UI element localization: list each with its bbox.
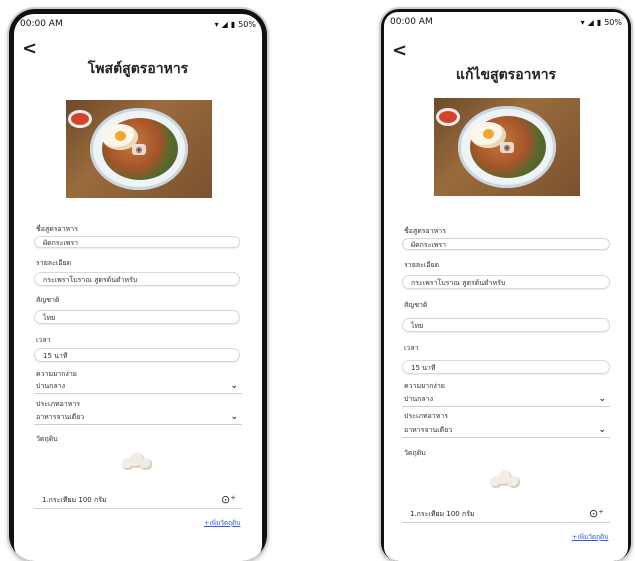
signal-icon: ◢ [221,19,228,29]
chevron-down-icon[interactable]: ⌄ [598,424,610,437]
wifi-icon: ▾ [580,17,585,27]
detail-field[interactable]: กระเพราโบราณ สูตรต้นตำหรับ [402,275,610,289]
difficulty-select[interactable]: ปานกลาง ⌄ [402,393,610,407]
battery-icon: ▮ [596,17,602,27]
egg-yolk [115,131,126,141]
difficulty-label: ความยากง่าย [36,370,77,378]
garlic-image [488,468,522,490]
chevron-down-icon[interactable]: ⌄ [230,380,242,393]
ingredient-text: 1.กระเทียม 100 กรัม [410,510,475,518]
status-bar: 00:00 AM ▾ ◢ ▮ 50% [384,12,628,32]
status-icons: ▾ ◢ ▮ 50% [215,20,256,29]
add-ingredient-link[interactable]: +เพิ่มวัตถุดิบ [204,518,240,528]
page-title: แก้ไขสูตรอาหาร [455,67,557,83]
add-ingredient-link[interactable]: +เพิ่มวัตถุดิบ [572,532,608,542]
camera-icon[interactable]: ◉ [132,144,146,155]
food-type-value: อาหารจานเดียว [404,426,453,434]
recipe-photo[interactable]: ◉ [66,100,212,198]
recipe-photo[interactable]: ◉ [434,98,580,196]
difficulty-select[interactable]: ปานกลาง ⌄ [34,380,242,394]
egg-yolk [483,129,494,139]
ingredient-text: 1.กระเทียม 100 กรัม [42,496,107,504]
battery-level: 50% [604,17,622,27]
food-type-value: อาหารจานเดียว [36,413,85,421]
battery-icon: ▮ [230,19,236,29]
page-title: โพสต์สูตรอาหาร [87,61,189,77]
camera-add-icon[interactable]: ⊙⁺ [221,492,242,508]
status-time: 00:00 AM [390,17,433,27]
nationality-label: สัญชาติ [36,296,60,304]
chevron-down-icon[interactable]: ⌄ [598,393,610,406]
battery-level: 50% [238,19,256,29]
nationality-field[interactable]: ไทย [402,318,610,332]
chevron-left-icon[interactable]: < [392,42,407,60]
detail-label: รายละเอียด [36,259,72,267]
chevron-down-icon[interactable]: ⌄ [230,411,242,424]
recipe-name-field[interactable]: ผัดกระเพรา [402,238,610,250]
food-type-select[interactable]: อาหารจานเดียว ⌄ [402,424,610,438]
detail-label: รายละเอียด [404,261,440,269]
garlic-image [120,450,154,472]
name-label: ชื่อสูตรอาหาร [36,225,78,233]
ingredients-label: วัตถุดิบ [36,435,58,443]
phone-post-recipe: 00:00 AM ▾ ◢ ▮ 50% < โพสต์สูตรอาหาร ◉ ชื… [9,9,267,561]
camera-add-icon[interactable]: ⊙⁺ [589,506,610,522]
wifi-icon: ▾ [214,19,219,29]
signal-icon: ◢ [587,17,594,27]
nationality-label: สัญชาติ [404,301,428,309]
screen-edit-recipe: 00:00 AM ▾ ◢ ▮ 50% < แก้ไขสูตรอาหาร ◉ ชื… [384,12,628,561]
time-label: เวลา [404,344,419,352]
difficulty-value: ปานกลาง [404,395,434,403]
ingredients-label: วัตถุดิบ [404,449,426,457]
time-field[interactable]: 15 นาที [34,348,240,362]
screen-post-recipe: 00:00 AM ▾ ◢ ▮ 50% < โพสต์สูตรอาหาร ◉ ชื… [14,14,262,561]
ingredient-row[interactable]: 1.กระเทียม 100 กรัม ⊙⁺ [402,506,610,523]
type-label: ประเภทอาหาร [36,400,81,408]
side-dish [436,108,460,126]
chevron-left-icon[interactable]: < [22,40,37,58]
recipe-name-field[interactable]: ผัดกระเพรา [34,236,240,248]
difficulty-label: ความยากง่าย [404,382,445,390]
ingredient-row[interactable]: 1.กระเทียม 100 กรัม ⊙⁺ [34,492,242,509]
status-icons: ▾ ◢ ▮ 50% [581,18,622,27]
time-field[interactable]: 15 นาที [402,360,610,374]
type-label: ประเภทอาหาร [404,412,449,420]
difficulty-value: ปานกลาง [36,382,66,390]
time-label: เวลา [36,336,51,344]
food-type-select[interactable]: อาหารจานเดียว ⌄ [34,411,242,425]
phone-edit-recipe: 00:00 AM ▾ ◢ ▮ 50% < แก้ไขสูตรอาหาร ◉ ชื… [381,9,631,561]
camera-icon[interactable]: ◉ [500,142,514,153]
side-dish [68,110,92,128]
detail-field[interactable]: กระเพราโบราณ สูตรต้นตำหรับ [34,272,240,286]
status-bar: 00:00 AM ▾ ◢ ▮ 50% [14,14,262,34]
status-time: 00:00 AM [20,19,63,29]
nationality-field[interactable]: ไทย [34,310,240,324]
name-label: ชื่อสูตรอาหาร [404,227,446,235]
